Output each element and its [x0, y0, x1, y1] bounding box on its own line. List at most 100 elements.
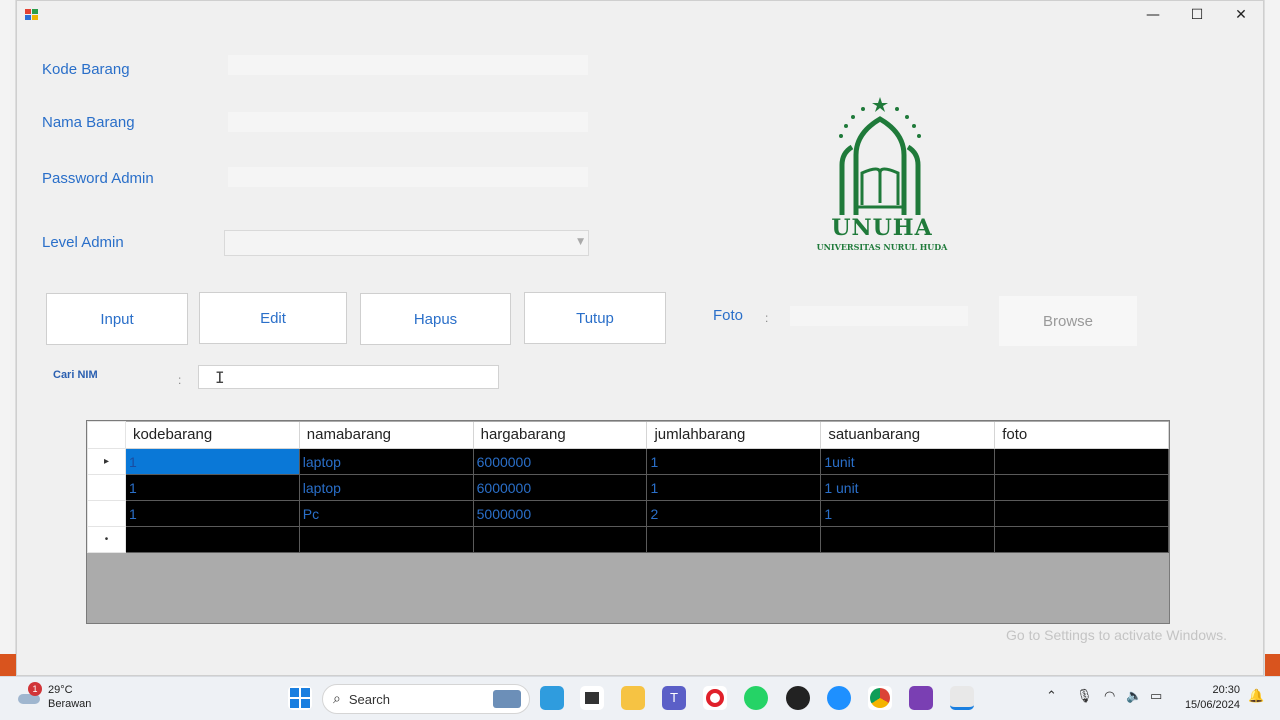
column-header-jumlahbarang[interactable]: jumlahbarang: [646, 421, 822, 449]
wifi-icon[interactable]: ◠: [1104, 689, 1115, 704]
file-explorer-dark-icon[interactable]: [580, 686, 604, 710]
windows-start-icon[interactable]: [288, 686, 312, 710]
nama-barang-input[interactable]: [227, 111, 589, 133]
title-bar[interactable]: — ☐ ✕: [17, 1, 1263, 29]
grid-header-row: kodebarang namabarang hargabarang jumlah…: [87, 421, 1169, 449]
clock-time: 20:30: [1212, 684, 1240, 696]
new-row-indicator-icon[interactable]: •: [87, 526, 126, 553]
table-cell[interactable]: 1: [646, 448, 822, 475]
table-cell[interactable]: Pc: [298, 500, 474, 527]
close-button[interactable]: ✕: [1219, 1, 1263, 29]
background-window-right-edge: [1264, 0, 1280, 676]
chrome-icon[interactable]: [868, 686, 892, 710]
edge-icon[interactable]: [827, 686, 851, 710]
whatsapp-icon[interactable]: [744, 686, 768, 710]
level-admin-select[interactable]: ▼: [224, 230, 589, 256]
speaker-icon[interactable]: 🔈: [1126, 689, 1142, 704]
file-explorer-icon[interactable]: [621, 686, 645, 710]
column-header-namabarang[interactable]: namabarang: [299, 421, 474, 449]
table-cell[interactable]: laptop: [298, 474, 474, 501]
taskbar-search-box[interactable]: ⌕ Search: [322, 684, 530, 714]
nama-barang-label: Nama Barang: [42, 114, 135, 131]
teams-icon[interactable]: T: [662, 686, 686, 710]
table-cell[interactable]: 1: [124, 500, 300, 527]
weather-badge: 1: [28, 682, 42, 696]
taskbar-search-placeholder: Search: [348, 691, 391, 707]
column-header-satuanbarang[interactable]: satuanbarang: [820, 421, 996, 449]
level-admin-label: Level Admin: [42, 234, 124, 251]
table-row[interactable]: 1 laptop 6000000 1 1 unit: [87, 474, 1169, 501]
column-header-foto[interactable]: foto: [994, 421, 1169, 449]
visual-studio-icon[interactable]: [909, 686, 933, 710]
table-cell[interactable]: laptop: [298, 448, 474, 475]
row-header[interactable]: [87, 474, 126, 501]
table-cell[interactable]: [994, 526, 1169, 553]
app-icon: [25, 9, 39, 21]
column-header-hargabarang[interactable]: hargabarang: [473, 421, 648, 449]
table-cell[interactable]: [124, 526, 300, 553]
chevron-down-icon[interactable]: ▼: [577, 237, 584, 247]
column-header-kodebarang[interactable]: kodebarang: [125, 421, 300, 449]
unuha-emblem-icon: [839, 97, 921, 215]
table-cell[interactable]: 1: [646, 474, 822, 501]
cari-nim-colon: :: [178, 373, 182, 387]
table-cell[interactable]: 1: [124, 448, 300, 475]
table-cell[interactable]: [820, 526, 996, 553]
tutup-button[interactable]: Tutup: [524, 292, 666, 344]
microphone-icon[interactable]: 🎙: [1076, 689, 1093, 704]
background-orange-strip-right: [1265, 654, 1280, 676]
table-cell[interactable]: [994, 448, 1169, 475]
minimize-button[interactable]: —: [1131, 1, 1175, 29]
foto-path-input[interactable]: [789, 305, 969, 327]
table-cell[interactable]: [646, 526, 822, 553]
input-button[interactable]: Input: [46, 293, 188, 345]
search-highlight-icon: [493, 690, 521, 708]
edit-button[interactable]: Edit: [199, 292, 347, 344]
table-cell[interactable]: [472, 526, 648, 553]
browse-button[interactable]: Browse: [999, 296, 1137, 346]
data-grid[interactable]: kodebarang namabarang hargabarang jumlah…: [86, 420, 1170, 624]
new-row[interactable]: •: [87, 526, 1169, 553]
hapus-button[interactable]: Hapus: [360, 293, 511, 345]
row-header[interactable]: [87, 500, 126, 527]
clock[interactable]: 20:30 15/06/2024: [1180, 683, 1240, 713]
cari-nim-input[interactable]: [198, 365, 499, 389]
kode-barang-label: Kode Barang: [42, 61, 130, 78]
search-icon: ⌕: [333, 691, 341, 707]
maximize-button[interactable]: ☐: [1175, 1, 1219, 29]
table-cell[interactable]: 6000000: [472, 474, 648, 501]
obs-icon[interactable]: [786, 686, 810, 710]
table-cell[interactable]: 5000000: [472, 500, 648, 527]
opera-icon[interactable]: [703, 686, 727, 710]
notification-icon[interactable]: 🔔: [1248, 689, 1264, 704]
table-row[interactable]: 1 Pc 5000000 2 1: [87, 500, 1169, 527]
weather-widget[interactable]: 1 29°C Berawan: [16, 682, 91, 711]
background-window-left-edge: [0, 0, 16, 676]
table-cell[interactable]: 1: [820, 500, 996, 527]
password-admin-input[interactable]: [227, 166, 589, 188]
grid-corner-header[interactable]: [87, 421, 126, 449]
chevron-up-icon[interactable]: ⌃: [1046, 689, 1057, 704]
table-cell[interactable]: [994, 474, 1169, 501]
password-admin-label: Password Admin: [42, 170, 154, 187]
table-cell[interactable]: 2: [646, 500, 822, 527]
text-cursor-icon: I: [215, 368, 225, 387]
table-cell[interactable]: 1 unit: [820, 474, 996, 501]
table-cell[interactable]: [994, 500, 1169, 527]
form-window: — ☐ ✕ Kode Barang Nama Barang Password A…: [16, 0, 1264, 676]
table-cell[interactable]: 1: [124, 474, 300, 501]
clock-date: 15/06/2024: [1184, 699, 1240, 711]
copilot-icon[interactable]: [540, 686, 564, 710]
logo-name: UNUHA: [831, 215, 933, 241]
activate-windows-watermark: Go to Settings to activate Windows.: [1006, 627, 1227, 643]
background-orange-strip: [0, 654, 16, 676]
foto-colon: :: [765, 311, 769, 325]
table-cell[interactable]: 1unit: [820, 448, 996, 475]
current-row-indicator-icon[interactable]: ▸: [87, 448, 126, 475]
table-row[interactable]: ▸ 1 laptop 6000000 1 1unit: [87, 448, 1169, 475]
table-cell[interactable]: 6000000: [472, 448, 648, 475]
table-cell[interactable]: [298, 526, 474, 553]
running-form-app-icon[interactable]: [950, 686, 974, 710]
battery-icon[interactable]: ▭: [1150, 689, 1162, 704]
kode-barang-input[interactable]: [227, 54, 589, 76]
